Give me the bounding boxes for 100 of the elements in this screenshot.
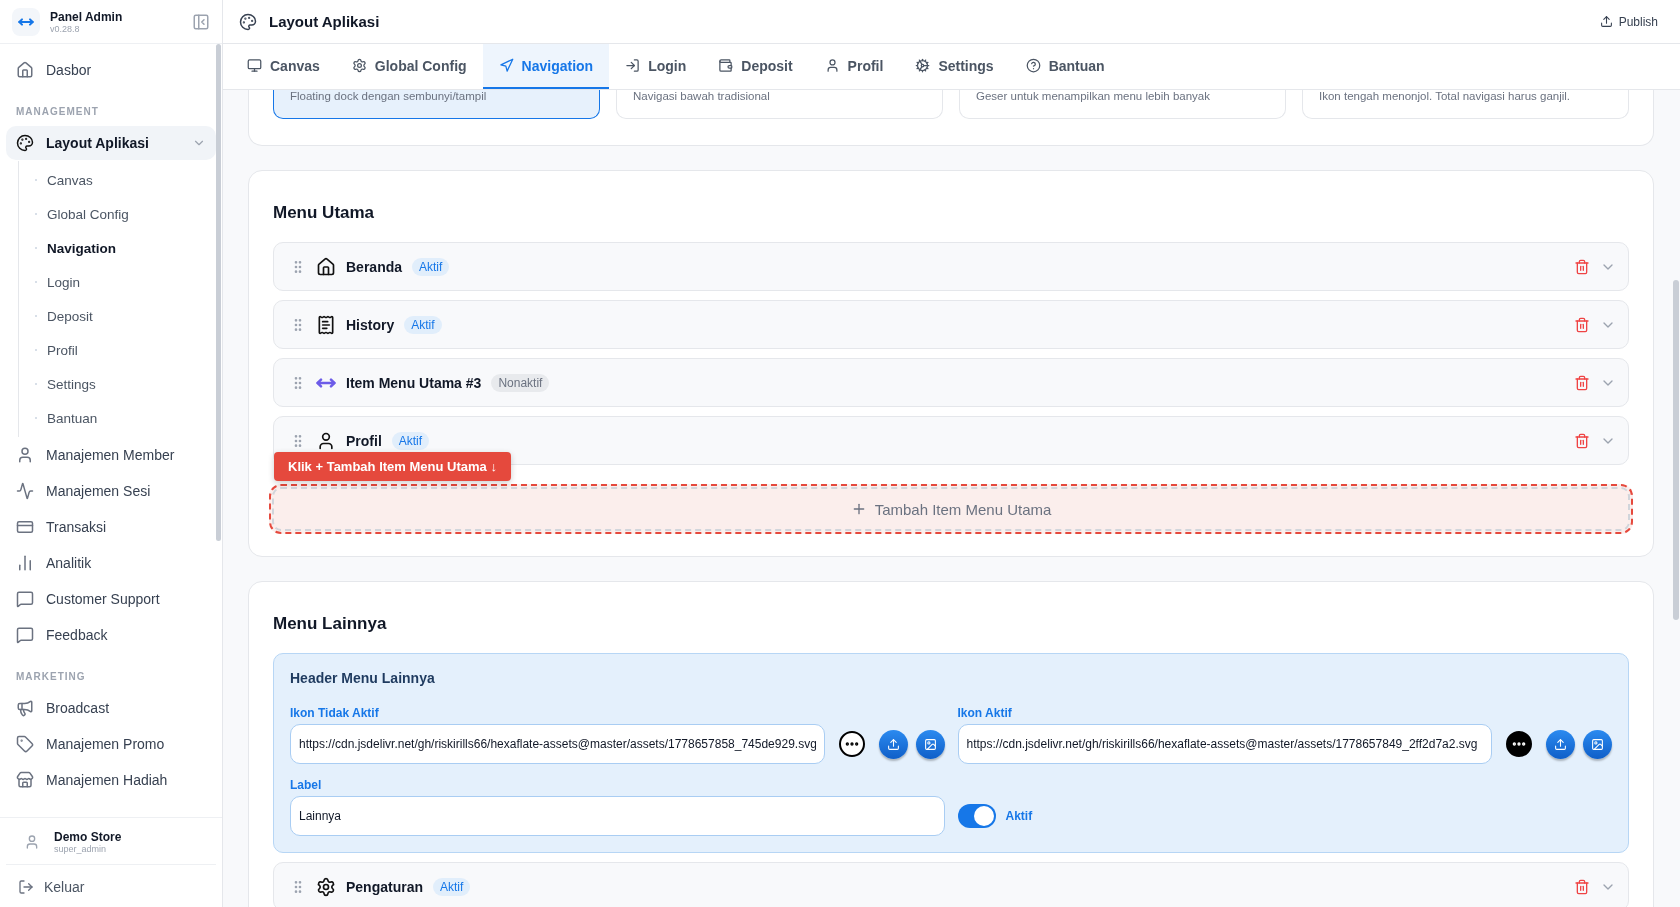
image-button[interactable] [915,729,945,759]
menu-item-row[interactable]: History Aktif [273,300,1629,349]
image-button[interactable] [1583,729,1612,759]
pulse-icon [16,482,34,500]
user-name: Demo Store [54,830,122,844]
trash-icon[interactable] [1574,374,1590,391]
tab[interactable]: Login [609,44,703,89]
menu-item-row[interactable]: Item Menu Utama #3 Nonaktif [273,358,1629,407]
sidebar-item[interactable]: Transaksi [6,510,216,544]
sidebar-subitem[interactable]: Profil [19,333,216,367]
field-label: Ikon Aktif [957,706,1013,720]
sidebar-item[interactable]: Customer Support [6,582,216,616]
card-title: Menu Lainnya [273,614,388,634]
scrollbar[interactable] [216,44,221,541]
status-badge: Aktif [404,315,442,334]
sidebar-subitem[interactable]: Global Config [19,197,216,231]
add-item-button[interactable]: Tambah Item Menu Utama [269,484,1633,534]
menu-item-row[interactable]: Beranda Aktif [273,242,1629,291]
card-title: Menu Utama [273,203,376,223]
upload-button[interactable] [1546,729,1575,759]
user-icon [824,58,840,73]
sidebar-subitem[interactable]: Deposit [19,299,216,333]
trash-icon[interactable] [1574,432,1590,449]
hint-tooltip: Klik + Tambah Item Menu Utama ↓ [274,452,511,481]
sidebar-subitem[interactable]: Login [19,265,216,299]
trash-icon[interactable] [1574,878,1590,895]
tab[interactable]: Deposit [702,44,809,89]
sidebar-item[interactable]: Broadcast [6,691,216,725]
sidebar-item[interactable]: Manajemen Member [6,438,216,472]
menu-item-row[interactable]: Pengaturan Aktif [273,862,1629,907]
megaphone-icon [16,699,34,717]
login-icon [625,58,641,73]
receipt-icon [316,314,336,335]
user-role: super_admin [54,844,108,854]
upload-icon [1599,15,1613,28]
sidebar-item[interactable]: Layout Aplikasi [6,126,216,160]
menu-item-label: Profil [346,432,382,449]
tab[interactable]: Settings [899,44,1010,89]
menu-item-label: Item Menu Utama #3 [346,374,482,391]
toggle-switch[interactable] [957,804,996,828]
collapse-sidebar-icon[interactable] [192,12,210,31]
scrollbar[interactable] [1673,280,1679,620]
label-field[interactable]: Lainnya [290,796,945,836]
app-version: v0.28.8 [50,23,81,34]
sidebar-item[interactable]: Manajemen Sesi [6,474,216,508]
status-badge: Aktif [433,877,471,896]
tab[interactable]: Global Config [335,44,483,89]
status-badge: Nonaktif [491,373,550,392]
chat-icon [16,590,34,608]
icon-url-field[interactable]: https://cdn.jsdelivr.net/gh/riskirills66/hexaflate-assets@master/assets/1778657849_2ff2d7a2.svg [957,724,1492,764]
menu-item-label: History [346,316,395,333]
house-icon [316,256,336,277]
user-icon [316,430,336,451]
section-heading: MANAGEMENT [15,105,100,119]
sidebar-subitem[interactable]: Bantuan [19,401,216,435]
card-icon [16,518,34,536]
chat-icon [16,626,34,644]
store-icon [16,771,34,789]
upload-icon [1554,737,1567,751]
trash-icon[interactable] [1574,258,1590,275]
sidebar-subitem[interactable]: Settings [19,367,216,401]
sidebar-subitem[interactable]: Canvas [19,163,216,197]
sidebar-item[interactable]: Analitik [6,546,216,580]
publish-button[interactable]: Publish [1593,13,1664,30]
sidebar-item[interactable]: Feedback [6,618,216,652]
logout-link[interactable]: Keluar [6,865,216,897]
tab[interactable]: Profil [808,44,900,89]
user-icon [24,834,40,850]
logout-icon [18,879,34,895]
panel-title: Header Menu Lainnya [290,670,436,686]
tag-icon [16,735,34,753]
nav-style-option[interactable]: Floating dock dengan sembunyi/tampil [273,90,600,119]
image-icon [1591,737,1604,751]
status-badge: Aktif [412,257,450,276]
gear-icon [316,876,336,897]
logo-icon [12,7,40,36]
image-icon [923,737,937,751]
tab[interactable]: Navigation [482,44,610,89]
tab[interactable]: Canvas [231,44,336,89]
page-title: Layout Aplikasi [269,13,381,30]
icon-url-field[interactable]: https://cdn.jsdelivr.net/gh/riskirills66/hexaflate-assets@master/assets/1778657858_745de929.svg [290,724,825,764]
menu-item-label: Beranda [346,258,403,275]
nav-style-option[interactable]: Ikon tengah menonjol. Total navigasi harus ganjil. [1302,90,1629,119]
upload-icon [886,737,900,751]
wallet-icon [718,58,734,73]
sidebar-item[interactable]: Manajemen Hadiah [6,763,216,797]
nav-style-option[interactable]: Geser untuk menampilkan menu lebih banyak [959,90,1286,119]
tab[interactable]: Bantuan [1009,44,1121,89]
status-badge: Aktif [391,431,430,450]
ellipsis-icon [1506,731,1532,757]
upload-button[interactable] [878,729,908,759]
home-icon [16,61,34,79]
nav-style-option[interactable]: Navigasi bawah tradisional [616,90,943,119]
sidebar-subitem[interactable]: Navigation [19,231,216,265]
trash-icon[interactable] [1574,316,1590,333]
sidebar-item[interactable]: Manajemen Promo [6,727,216,761]
monitor-icon [247,58,262,73]
help-icon [1025,58,1041,73]
sidebar-item[interactable]: Dasbor [6,53,216,87]
menu-item-label: Pengaturan [346,878,423,895]
